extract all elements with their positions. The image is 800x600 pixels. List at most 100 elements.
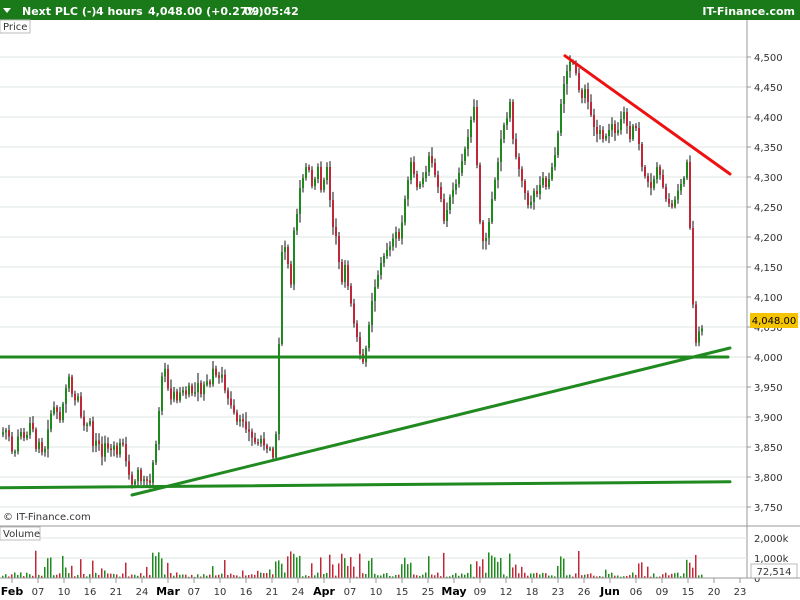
volume-bar	[677, 572, 679, 578]
candle-down	[668, 199, 670, 204]
candle-down	[659, 167, 661, 175]
volume-bar	[605, 569, 607, 578]
time-tick-label: 23	[552, 587, 565, 598]
volume-bar	[428, 556, 430, 578]
candle-down	[263, 438, 265, 446]
candle-up	[314, 179, 316, 186]
volume-bar	[299, 555, 301, 578]
candle-down	[257, 442, 259, 444]
price-axis[interactable]: 4,500 4,450 4,400 4,350 4,300 4,250 4,200 4,150…	[747, 53, 783, 514]
candle-up	[449, 197, 451, 210]
candle-down	[200, 382, 202, 395]
candle-up	[464, 149, 466, 161]
volume-bar	[632, 572, 634, 578]
volume-bar	[230, 573, 232, 578]
volume-bar	[371, 558, 373, 578]
time-tick-label: 06	[630, 587, 643, 598]
time-tick-label: 09	[474, 587, 487, 598]
volume-bar	[29, 574, 31, 578]
volume-bar	[557, 565, 559, 578]
candle-down	[209, 381, 211, 385]
candle-down	[482, 222, 484, 241]
volume-bar	[317, 572, 319, 578]
volume-bar	[122, 573, 124, 578]
candle-up	[569, 61, 571, 71]
last-volume-label: 72,514	[757, 567, 792, 578]
candle-up	[38, 442, 40, 449]
volume-bar	[287, 556, 289, 578]
price-tick-label: 4,200	[754, 233, 783, 244]
candle-up	[485, 238, 487, 241]
time-tick-label: 10	[370, 587, 383, 598]
volume-bar	[113, 573, 115, 578]
candle-up	[137, 469, 139, 482]
volume-bar	[500, 558, 502, 578]
volume-panel[interactable]: Volume	[0, 526, 747, 579]
volume-bar	[671, 573, 673, 578]
candle-down	[83, 416, 85, 426]
candle-down	[254, 437, 256, 443]
volume-bar	[89, 574, 91, 578]
candle-down	[146, 479, 148, 481]
volume-bar	[80, 559, 82, 578]
candle-up	[539, 185, 541, 194]
volume-bar	[467, 572, 469, 578]
volume-bar	[59, 573, 61, 578]
volume-bar	[83, 573, 85, 578]
candle-down	[218, 375, 220, 378]
volume-tick-label: 2,000k	[754, 534, 789, 545]
volume-bar	[101, 568, 103, 578]
candle-up	[566, 71, 568, 84]
candle-down	[245, 421, 247, 430]
timeframe-label[interactable]: 4 hours	[96, 5, 143, 18]
price-tick-label: 4,250	[754, 203, 783, 214]
candle-down	[128, 461, 130, 475]
candle-down	[518, 157, 520, 169]
price-tick-label: 4,100	[754, 293, 783, 304]
volume-bar	[524, 572, 526, 578]
candle-down	[590, 102, 592, 115]
candle-down	[122, 442, 124, 445]
candle-up	[500, 139, 502, 162]
candle-up	[470, 120, 472, 137]
candle-down	[116, 445, 118, 455]
candle-up	[371, 301, 373, 325]
candle-up	[173, 391, 175, 400]
candle-up	[551, 167, 553, 179]
candle-up	[563, 84, 565, 104]
candle-up	[542, 178, 544, 185]
candle-up	[275, 434, 277, 458]
candle-down	[74, 393, 76, 401]
volume-bar	[14, 572, 16, 578]
candle-down	[614, 124, 616, 133]
candle-down	[23, 432, 25, 438]
volume-bar	[326, 572, 328, 578]
candle-up	[161, 376, 163, 411]
time-tick-label: 24	[136, 587, 149, 598]
volume-bar	[437, 572, 439, 578]
candle-down	[596, 127, 598, 134]
volume-bar	[455, 573, 457, 578]
time-tick-label: May	[441, 585, 466, 598]
candle-down	[71, 376, 73, 394]
candle-down	[650, 182, 652, 188]
volume-bar	[542, 572, 544, 578]
candle-up	[86, 424, 88, 426]
volume-bar	[509, 553, 511, 578]
candle-up	[158, 411, 160, 444]
time-tick-label: 21	[110, 587, 123, 598]
candle-down	[593, 115, 595, 127]
volume-bar	[407, 564, 409, 578]
price-panel[interactable]: Price © IT-Finance.com	[0, 19, 747, 526]
candle-down	[107, 443, 109, 449]
volume-bar	[443, 552, 445, 578]
stock-chart[interactable]: Next PLC (-) 4 hours 4,048.00 (+0.27%) 0…	[0, 0, 800, 600]
candle-down	[329, 167, 331, 200]
time-tick-label: 10	[58, 587, 71, 598]
time-axis[interactable]: Feb 07 10 16 21 24 Mar 07 10 16 21 24 Apr 07 10 15 25 May…	[1, 578, 747, 598]
volume-bar	[92, 560, 94, 578]
candle-down	[359, 337, 361, 354]
candle-down	[80, 396, 82, 417]
candle-up	[509, 102, 511, 118]
volume-bar	[203, 574, 205, 578]
